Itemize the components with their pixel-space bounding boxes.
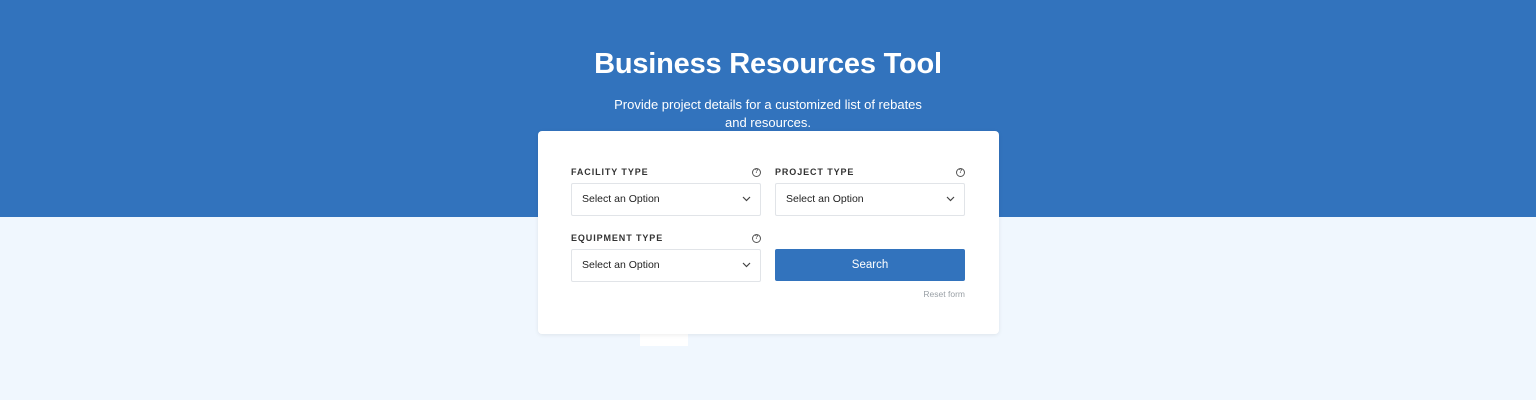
equipment-type-help-icon[interactable]: ?: [752, 234, 761, 243]
chevron-down-icon: [946, 196, 955, 202]
search-button[interactable]: Search: [775, 249, 965, 281]
search-form-card: FACILITY TYPE ? Select an Option PROJECT…: [538, 131, 999, 334]
facility-type-label: FACILITY TYPE: [571, 167, 649, 177]
facility-type-value: Select an Option: [582, 193, 660, 205]
page-subtitle: Provide project details for a customized…: [614, 97, 922, 130]
equipment-type-select[interactable]: Select an Option: [571, 249, 761, 282]
project-type-value: Select an Option: [786, 193, 864, 205]
facility-type-select[interactable]: Select an Option: [571, 183, 761, 216]
chevron-down-icon: [742, 262, 751, 268]
reset-form-link[interactable]: Reset form: [923, 289, 965, 299]
chevron-down-icon: [742, 196, 751, 202]
equipment-type-label: EQUIPMENT TYPE: [571, 233, 664, 243]
page-title: Business Resources Tool: [594, 48, 942, 80]
project-type-help-icon[interactable]: ?: [956, 168, 965, 177]
project-type-select[interactable]: Select an Option: [775, 183, 965, 216]
facility-type-help-icon[interactable]: ?: [752, 168, 761, 177]
project-type-label: PROJECT TYPE: [775, 167, 855, 177]
equipment-type-value: Select an Option: [582, 259, 660, 271]
